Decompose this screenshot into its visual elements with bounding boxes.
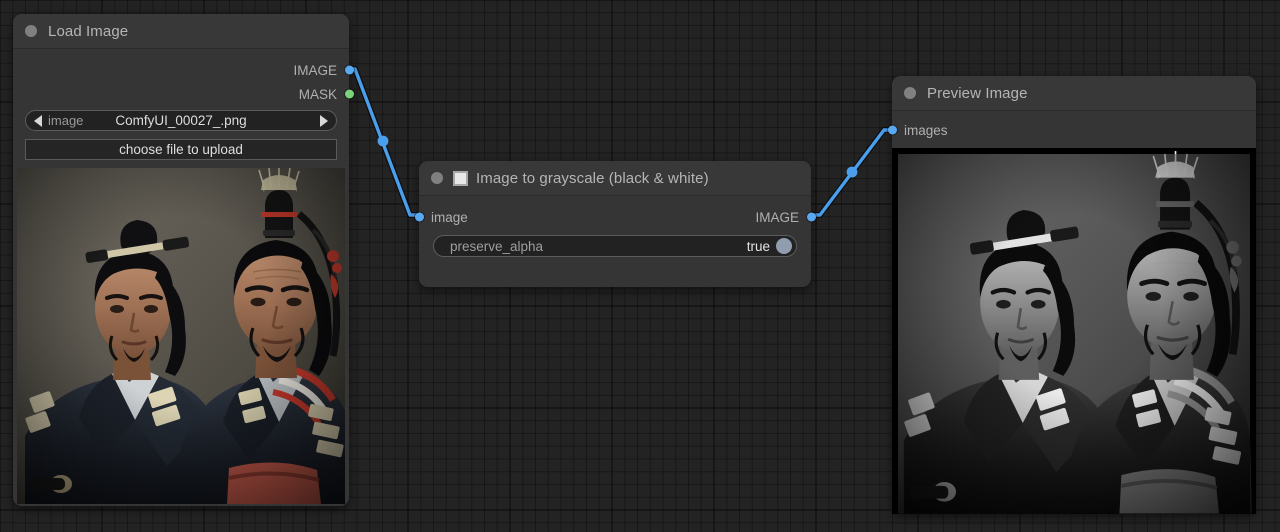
- slot-dot-image-out-icon[interactable]: [807, 213, 816, 222]
- node-header-image-to-grayscale[interactable]: Image to grayscale (black & white): [419, 161, 811, 196]
- output-slot-mask[interactable]: MASK: [13, 82, 349, 106]
- preserve-alpha-label: preserve_alpha: [450, 239, 543, 254]
- slot-dot-mask-icon[interactable]: [345, 90, 354, 99]
- node-graph-canvas[interactable]: Load Image IMAGE MASK image ComfyUI_0002…: [0, 0, 1280, 532]
- slot-dot-image-icon[interactable]: [345, 66, 354, 75]
- output-slot-label: MASK: [299, 87, 337, 102]
- image-preview-color[interactable]: [17, 168, 345, 504]
- image-combo-widget[interactable]: image ComfyUI_00027_.png: [25, 110, 337, 131]
- link-midpoint-dot: [847, 167, 858, 178]
- collapse-dot-icon[interactable]: [25, 25, 37, 37]
- collapse-dot-icon[interactable]: [431, 172, 443, 184]
- node-title: Preview Image: [927, 85, 1028, 102]
- node-load-image[interactable]: Load Image IMAGE MASK image ComfyUI_0002…: [13, 14, 349, 506]
- output-slot-image[interactable]: IMAGE: [13, 58, 349, 82]
- preserve-alpha-value: true: [747, 239, 770, 254]
- preserve-alpha-toggle-widget[interactable]: preserve_alpha true: [433, 235, 797, 257]
- collapse-dot-icon[interactable]: [904, 87, 916, 99]
- image-square-icon: [453, 171, 468, 186]
- arrow-left-icon[interactable]: [34, 115, 42, 127]
- arrow-right-icon[interactable]: [320, 115, 328, 127]
- node-title: Load Image: [48, 23, 128, 40]
- node-body-image-to-grayscale: image IMAGE preserve_alpha true: [419, 196, 811, 287]
- slot-dot-image-in-icon[interactable]: [415, 213, 424, 222]
- choose-file-to-upload-button[interactable]: choose file to upload: [25, 139, 337, 160]
- image-preview-grayscale[interactable]: [892, 148, 1256, 514]
- node-header-load-image[interactable]: Load Image: [13, 14, 349, 49]
- node-body-load-image: IMAGE MASK image ComfyUI_00027_.png choo…: [13, 49, 349, 506]
- node-header-preview-image[interactable]: Preview Image: [892, 76, 1256, 111]
- output-slot-label: IMAGE: [293, 63, 337, 78]
- node-body-preview-image: images: [892, 111, 1256, 514]
- slot-dot-images-icon[interactable]: [888, 126, 897, 135]
- node-preview-image[interactable]: Preview Image images: [892, 76, 1256, 514]
- link-grayscale-to-preview: [801, 130, 903, 215]
- io-slot-row: image IMAGE: [419, 205, 811, 229]
- node-title: Image to grayscale (black & white): [476, 170, 709, 187]
- input-slot-label: images: [904, 123, 948, 138]
- input-slot-images[interactable]: images: [892, 118, 1256, 142]
- image-combo-label: image: [48, 113, 83, 128]
- input-slot-label: image: [431, 210, 468, 225]
- toggle-knob-icon[interactable]: [776, 238, 792, 254]
- node-image-to-grayscale[interactable]: Image to grayscale (black & white) image…: [419, 161, 811, 287]
- output-slot-label: IMAGE: [755, 210, 799, 225]
- link-midpoint-dot: [378, 136, 389, 147]
